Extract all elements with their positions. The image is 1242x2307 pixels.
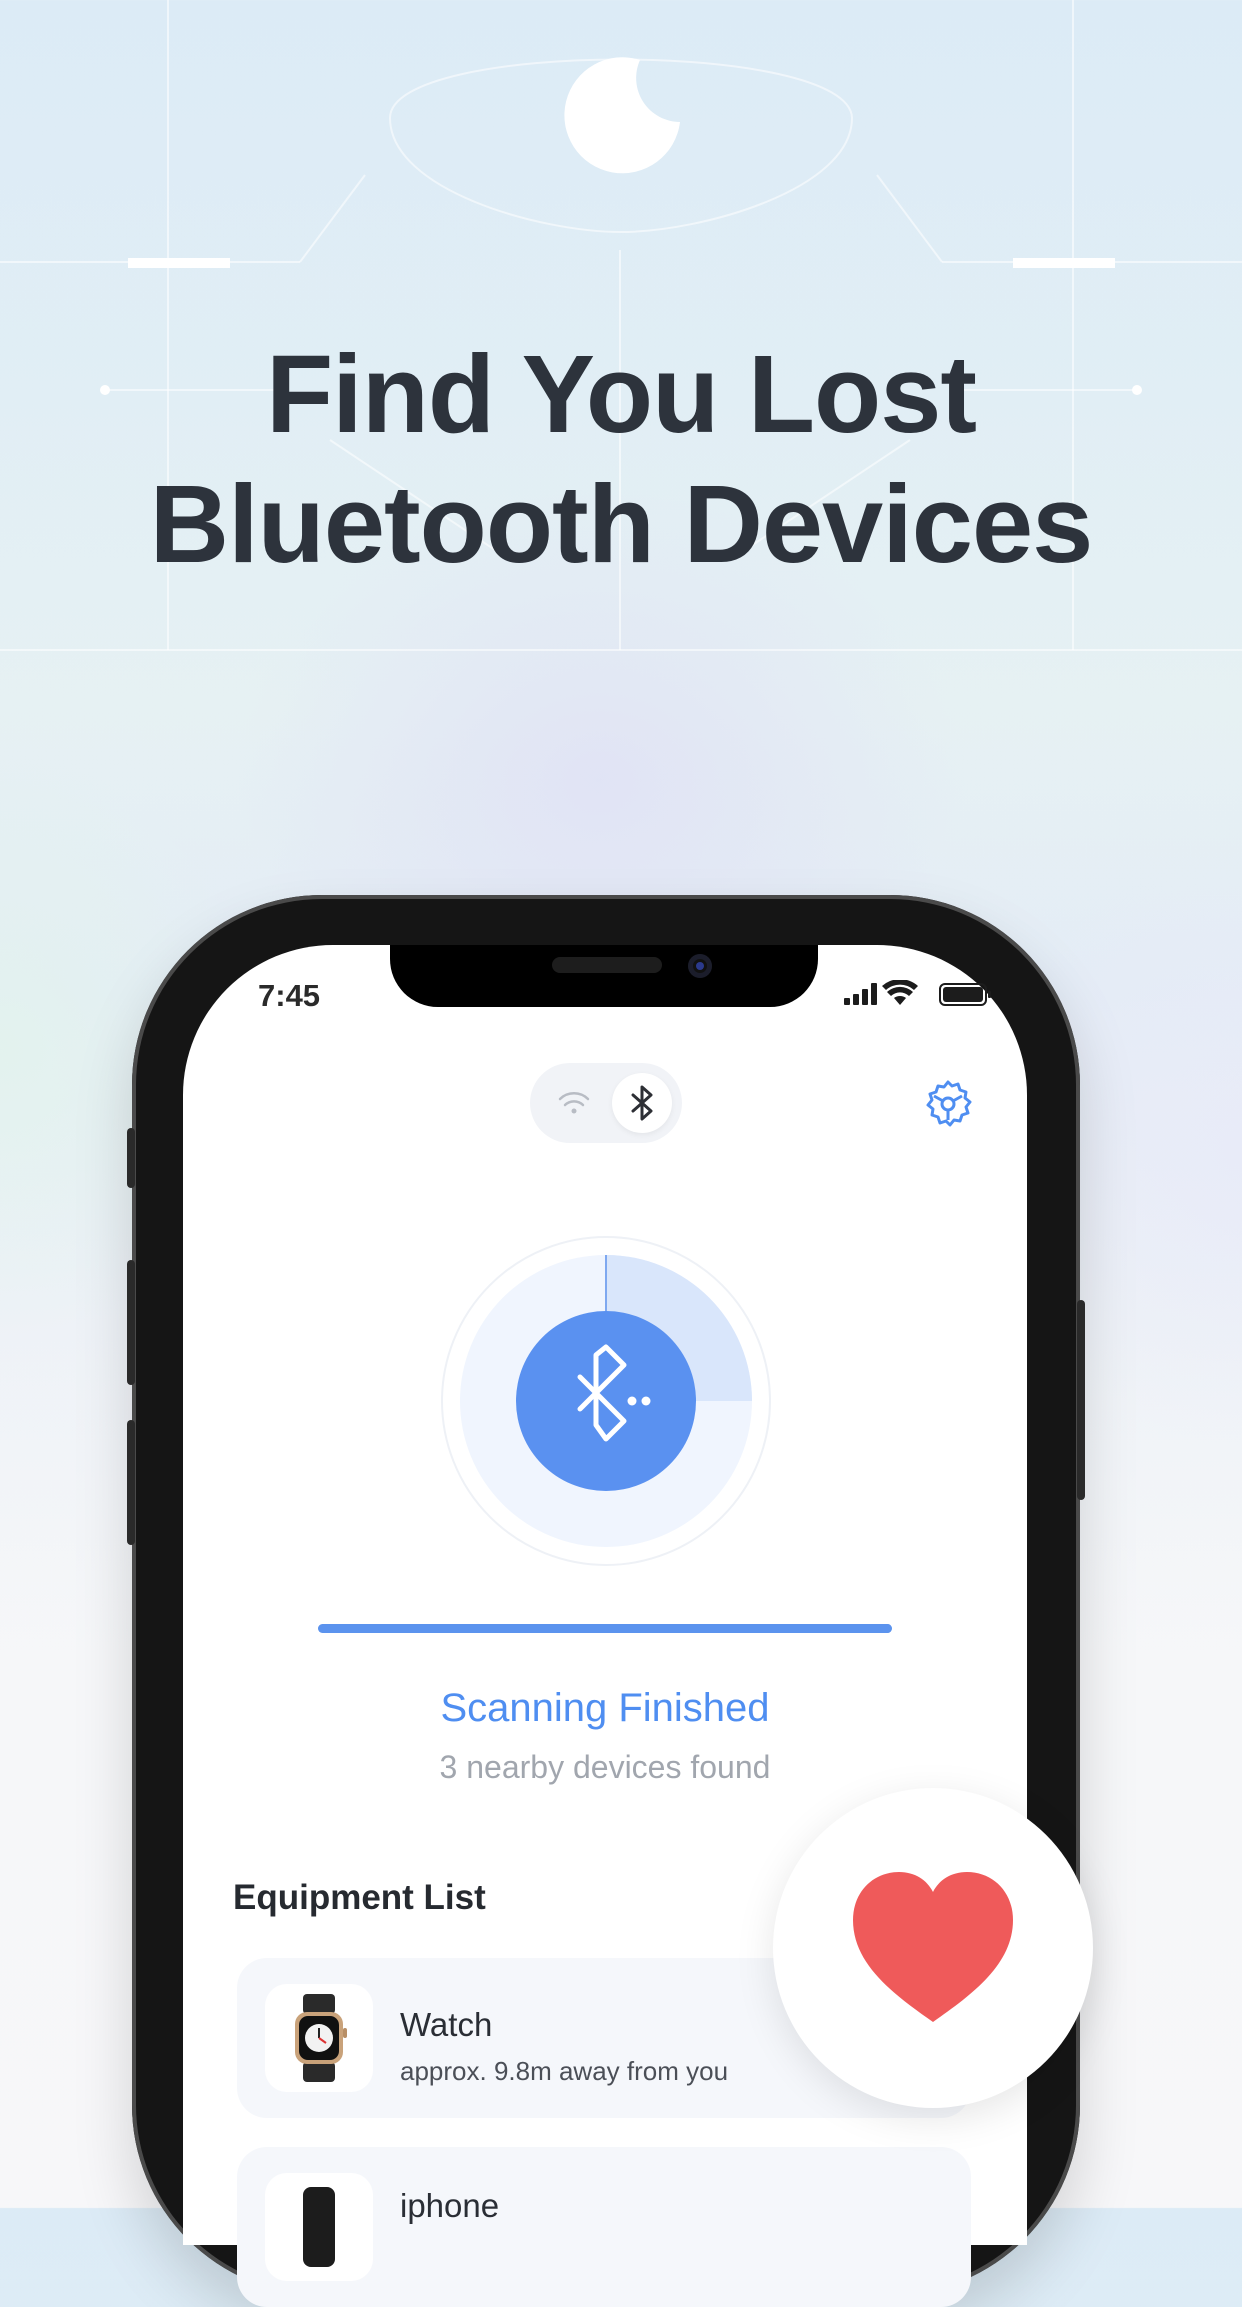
favorite-button[interactable] — [773, 1788, 1093, 2108]
scan-status-subtitle: 3 nearby devices found — [439, 1749, 771, 1785]
phone-volume-up — [127, 1260, 135, 1385]
wifi-toggle-button[interactable] — [546, 1075, 602, 1131]
scan-status-title: Scanning Finished — [440, 1686, 770, 1730]
device-thumbnail — [265, 1984, 373, 2092]
speaker — [552, 957, 662, 973]
equipment-list-title: Equipment List — [233, 1878, 486, 1917]
signal-icon — [844, 983, 877, 1005]
scan-radar — [440, 1235, 772, 1567]
front-camera — [688, 954, 712, 978]
phone-power-button — [1077, 1300, 1085, 1500]
notch — [390, 945, 818, 1007]
watch-icon — [295, 1994, 347, 2082]
headline-line-1: Find You Lost — [265, 333, 977, 456]
settings-button[interactable] — [922, 1078, 974, 1130]
headline: Find You Lost Bluetooth Devices — [0, 330, 1242, 590]
heart-icon — [853, 1872, 1013, 2022]
device-distance: approx. 9.8m away from you — [400, 2056, 729, 2086]
gear-icon — [926, 1080, 972, 1127]
phone-volume-down — [127, 1420, 135, 1545]
bluetooth-icon — [631, 1085, 653, 1121]
phone-icon — [303, 2187, 335, 2267]
wifi-icon — [558, 1092, 590, 1114]
device-name: Watch — [400, 2006, 493, 2043]
phone-side-button — [127, 1128, 135, 1188]
device-thumbnail — [265, 2173, 373, 2281]
wifi-status-icon — [882, 980, 918, 1005]
bluetooth-toggle-button[interactable] — [612, 1073, 672, 1133]
scan-progress-bar — [318, 1624, 892, 1633]
status-icons — [844, 980, 991, 1006]
scan-progress-fill — [318, 1624, 892, 1633]
moon-icon — [564, 57, 680, 174]
device-name: iphone — [400, 2187, 500, 2224]
status-time: 7:45 — [258, 978, 321, 1013]
device-card-iphone[interactable]: iphone — [237, 2147, 971, 2307]
headline-line-2: Bluetooth Devices — [149, 463, 1094, 586]
battery-icon — [939, 983, 991, 1006]
